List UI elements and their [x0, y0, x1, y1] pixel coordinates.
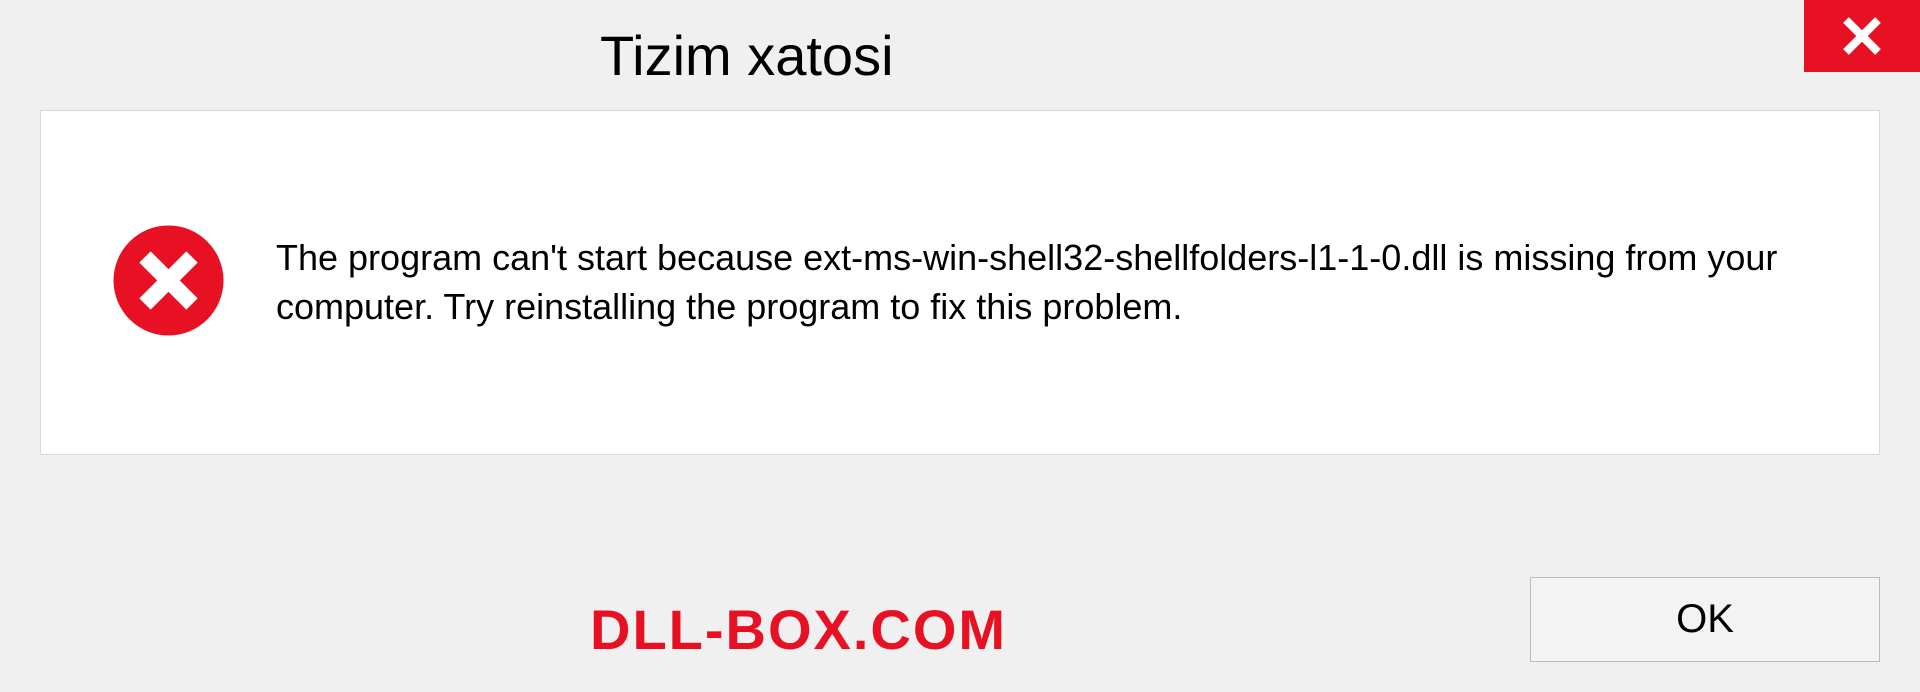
ok-button[interactable]: OK — [1530, 577, 1880, 662]
error-icon — [111, 223, 226, 343]
dialog-title: Tizim xatosi — [600, 23, 894, 88]
error-message: The program can't start because ext-ms-w… — [276, 234, 1826, 331]
dialog-footer: DLL-BOX.COM OK — [0, 577, 1920, 662]
watermark-text: DLL-BOX.COM — [590, 597, 1007, 662]
close-icon — [1840, 14, 1884, 58]
title-bar: Tizim xatosi — [0, 0, 1920, 100]
message-panel: The program can't start because ext-ms-w… — [40, 110, 1880, 455]
close-button[interactable] — [1804, 0, 1920, 72]
ok-button-label: OK — [1676, 597, 1734, 642]
